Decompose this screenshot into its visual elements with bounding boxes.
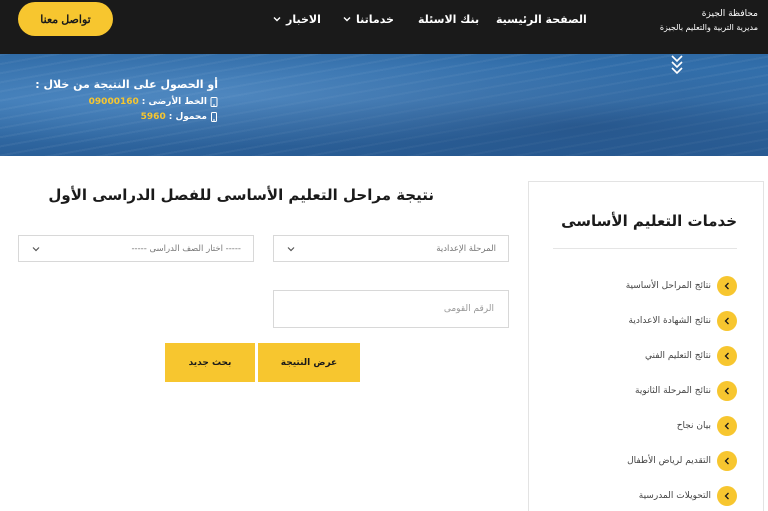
mobile-value[interactable]: 5960 (141, 112, 166, 122)
nav-news[interactable]: الاخبار (272, 11, 321, 27)
phone-icon (210, 96, 218, 107)
chevron-left-icon (717, 381, 737, 401)
hero-title: أو الحصول على النتيجة من خلال : (35, 78, 218, 91)
chevron-down-icon (32, 246, 40, 251)
sidebar-title: خدمات التعليم الأساسى (561, 212, 737, 230)
chevron-left-icon (717, 311, 737, 331)
chevron-left-icon (717, 451, 737, 471)
grade-select-value: ----- اختار الصف الدراسى ----- (131, 243, 241, 254)
show-result-button[interactable]: عرض النتيجة (258, 343, 360, 382)
new-search-button[interactable]: بحث جديد (165, 343, 255, 382)
nav-home[interactable]: الصفحة الرئيسية (496, 11, 587, 27)
stage-select[interactable]: المرحلة الإعدادية (273, 235, 509, 262)
sidebar-item-label: التحويلات المدرسية (638, 491, 711, 501)
sidebar-item-label: نتائج التعليم الفني (645, 351, 711, 361)
sidebar-divider (553, 248, 737, 249)
sidebar-item-label: نتائج المرحلة الثانوية (635, 386, 711, 396)
chevron-down-icon (287, 246, 295, 251)
sidebar-item-success-statement[interactable]: بيان نجاح (677, 416, 737, 436)
nav-home-label: الصفحة الرئيسية (496, 12, 587, 26)
chevron-left-icon (717, 486, 737, 506)
sidebar-item-technical-results[interactable]: نتائج التعليم الفني (645, 346, 737, 366)
nav-services-label: خدماتنا (356, 12, 394, 26)
page-title: نتيجة مراحل التعليم الأساسى للفصل الدراس… (48, 186, 434, 204)
chevron-down-icon (273, 17, 281, 22)
national-id-input[interactable] (273, 290, 509, 328)
nav-news-label: الاخبار (286, 12, 321, 26)
chevron-left-icon (717, 416, 737, 436)
stage-select-value: المرحلة الإعدادية (436, 243, 496, 254)
top-navigation-bar: محافظة الجيزة مديرية التربية والتعليم با… (0, 0, 768, 54)
nav-services[interactable]: خدماتنا (342, 11, 394, 27)
landline-value[interactable]: 09000160 (89, 97, 139, 107)
sidebar-item-secondary-results[interactable]: نتائج المرحلة الثانوية (635, 381, 737, 401)
hero-contact-info: أو الحصول على النتيجة من خلال : الخط الأ… (18, 78, 218, 124)
scroll-down-icon[interactable] (669, 54, 685, 76)
chevron-down-icon (343, 17, 351, 22)
landline-label: الخط الأرضى : (141, 96, 207, 107)
chevron-left-icon (717, 346, 737, 366)
sidebar-item-kindergarten-application[interactable]: التقديم لرياض الأطفال (627, 451, 737, 471)
chevron-left-icon (717, 276, 737, 296)
services-sidebar: خدمات التعليم الأساسى نتائج المراحل الأس… (528, 181, 764, 511)
sidebar-item-label: بيان نجاح (676, 421, 711, 431)
sidebar-item-basic-stages-results[interactable]: نتائج المراحل الأساسية (626, 276, 737, 296)
contact-us-button[interactable]: تواصل معنا (18, 2, 113, 36)
sidebar-item-label: التقديم لرياض الأطفال (627, 456, 711, 466)
nav-question-bank-label: بنك الاسئلة (418, 12, 480, 26)
mobile-row: محمول : 5960 (18, 109, 218, 124)
sidebar-item-preparatory-results[interactable]: نتائج الشهادة الاعدادية (629, 311, 737, 331)
landline-row: الخط الأرضى : 09000160 (18, 94, 218, 109)
sidebar-item-school-transfers[interactable]: التحويلات المدرسية (639, 486, 737, 506)
brand-line2: مديرية التربية والتعليم بالجيزة (659, 23, 758, 32)
mobile-icon (211, 111, 217, 122)
nav-question-bank[interactable]: بنك الاسئلة (418, 11, 479, 27)
grade-select[interactable]: ----- اختار الصف الدراسى ----- (18, 235, 254, 262)
sidebar-item-label: نتائج المراحل الأساسية (625, 281, 711, 291)
brand-line1: محافظة الجيزة (701, 9, 758, 19)
sidebar-item-label: نتائج الشهادة الاعدادية (628, 316, 711, 326)
brand-logo-text[interactable]: محافظة الجيزة مديرية التربية والتعليم با… (648, 8, 758, 34)
mobile-label: محمول : (168, 111, 207, 122)
